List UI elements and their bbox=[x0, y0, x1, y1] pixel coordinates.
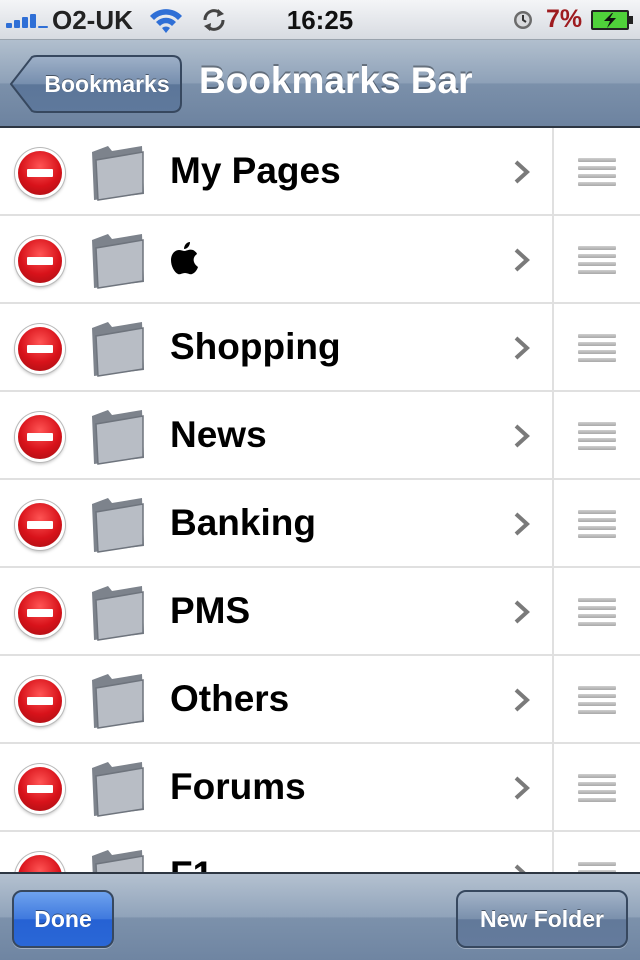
row-divider bbox=[552, 568, 554, 656]
minus-icon bbox=[27, 521, 53, 529]
delete-button[interactable] bbox=[18, 855, 62, 872]
screen: O2-UK 16:25 7% Bookmarks Bookmarks Bar M… bbox=[0, 0, 640, 960]
folder-icon bbox=[92, 850, 144, 872]
minus-icon bbox=[27, 169, 53, 177]
page-title: Bookmarks Bar bbox=[199, 60, 473, 101]
list-item-label: Shopping bbox=[170, 326, 341, 367]
folder-icon bbox=[92, 234, 144, 289]
chevron-right-icon bbox=[514, 688, 530, 712]
list-item-label bbox=[170, 216, 200, 304]
list-item[interactable]: PMS bbox=[0, 568, 640, 656]
delete-button[interactable] bbox=[18, 239, 62, 283]
reorder-handle-icon[interactable] bbox=[578, 860, 616, 872]
delete-button[interactable] bbox=[18, 327, 62, 371]
chevron-right-icon bbox=[514, 600, 530, 624]
delete-button[interactable] bbox=[18, 591, 62, 635]
folder-icon bbox=[92, 762, 144, 817]
row-divider bbox=[552, 832, 554, 872]
folder-icon bbox=[92, 498, 144, 553]
folder-icon bbox=[92, 586, 144, 641]
list-item[interactable] bbox=[0, 216, 640, 304]
delete-button[interactable] bbox=[18, 679, 62, 723]
chevron-right-icon bbox=[514, 336, 530, 360]
done-button[interactable]: Done bbox=[12, 890, 114, 948]
folder-icon bbox=[92, 674, 144, 729]
new-folder-button[interactable]: New Folder bbox=[456, 890, 628, 948]
folder-icon bbox=[92, 322, 144, 377]
folder-icon bbox=[92, 410, 144, 465]
list-item[interactable]: Others bbox=[0, 656, 640, 744]
bottom-toolbar: Done New Folder bbox=[0, 872, 640, 960]
delete-button[interactable] bbox=[18, 503, 62, 547]
reorder-handle-icon[interactable] bbox=[578, 332, 616, 364]
list-item-label: News bbox=[170, 414, 267, 455]
list-item[interactable]: Banking bbox=[0, 480, 640, 568]
row-divider bbox=[552, 392, 554, 480]
status-time: 16:25 bbox=[286, 5, 354, 35]
chevron-right-icon bbox=[514, 424, 530, 448]
back-button[interactable]: Bookmarks bbox=[10, 55, 182, 113]
alarm-icon bbox=[514, 11, 532, 29]
list-item-label: Others bbox=[170, 678, 290, 719]
minus-icon bbox=[27, 785, 53, 793]
delete-button[interactable] bbox=[18, 415, 62, 459]
row-divider bbox=[552, 304, 554, 392]
reorder-handle-icon[interactable] bbox=[578, 596, 616, 628]
reorder-handle-icon[interactable] bbox=[578, 420, 616, 452]
delete-button[interactable] bbox=[18, 767, 62, 811]
list-item-label: PMS bbox=[170, 590, 251, 631]
apple-logo-icon bbox=[171, 242, 198, 275]
battery-percentage: 7% bbox=[546, 5, 583, 33]
folder-icon bbox=[92, 146, 144, 201]
minus-icon bbox=[27, 433, 53, 441]
minus-icon bbox=[27, 609, 53, 617]
list-item-label: F1 bbox=[170, 832, 213, 872]
minus-icon bbox=[27, 257, 53, 265]
list-item-label: Forums bbox=[170, 766, 306, 807]
reorder-handle-icon[interactable] bbox=[578, 244, 616, 276]
list-item[interactable]: My Pages bbox=[0, 128, 640, 216]
navigation-bar: Bookmarks Bookmarks Bar bbox=[0, 40, 640, 128]
back-button-label: Bookmarks bbox=[44, 71, 170, 97]
row-divider bbox=[552, 744, 554, 832]
row-divider bbox=[552, 216, 554, 304]
row-divider bbox=[552, 480, 554, 568]
chevron-right-icon bbox=[514, 248, 530, 272]
reorder-handle-icon[interactable] bbox=[578, 684, 616, 716]
chevron-right-icon bbox=[514, 160, 530, 184]
list-item-label: Banking bbox=[170, 502, 316, 543]
row-divider bbox=[552, 128, 554, 216]
chevron-right-icon bbox=[514, 864, 526, 872]
status-bar: O2-UK 16:25 7% bbox=[0, 0, 640, 40]
bookmark-folder-list: My Pages Shopping News Banking PMS Other… bbox=[0, 128, 640, 872]
minus-icon bbox=[27, 697, 53, 705]
reorder-handle-icon[interactable] bbox=[578, 508, 616, 540]
minus-icon bbox=[27, 345, 53, 353]
list-item[interactable]: News bbox=[0, 392, 640, 480]
battery-charging-icon bbox=[591, 10, 633, 30]
list-item[interactable]: Forums bbox=[0, 744, 640, 832]
chevron-right-icon bbox=[514, 776, 530, 800]
chevron-right-icon bbox=[514, 512, 530, 536]
list-item[interactable]: F1 bbox=[0, 832, 640, 872]
row-divider bbox=[552, 656, 554, 744]
reorder-handle-icon[interactable] bbox=[578, 772, 616, 804]
reorder-handle-icon[interactable] bbox=[578, 156, 616, 188]
list-item[interactable]: Shopping bbox=[0, 304, 640, 392]
list-item-label: My Pages bbox=[170, 150, 341, 191]
delete-button[interactable] bbox=[18, 151, 62, 195]
